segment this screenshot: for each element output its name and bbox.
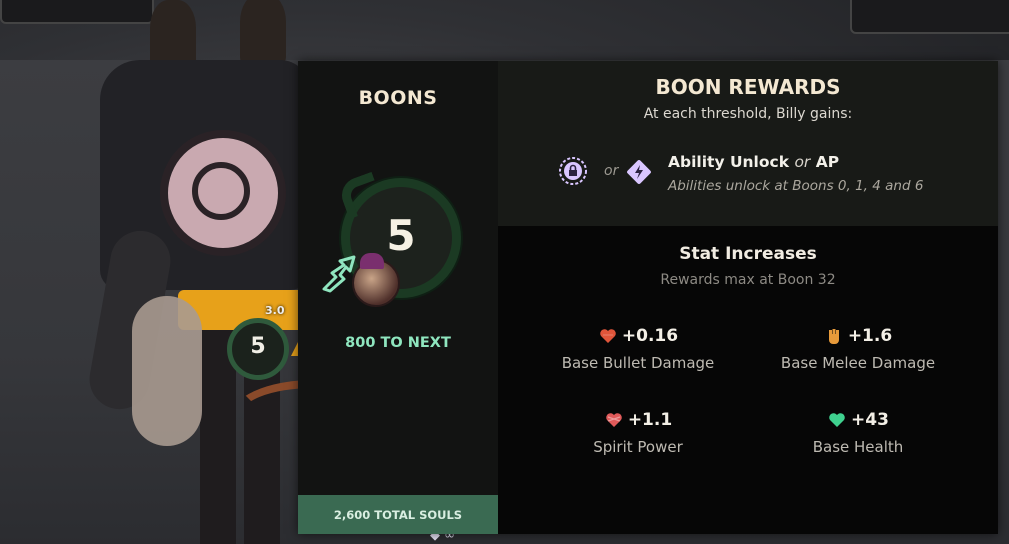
ability-point-icon [627,160,651,184]
world-boon-badge: 5 3.0 [227,304,305,380]
stat-label: Base Health [812,438,904,456]
total-souls-bar: 2,600 TOTAL SOULS [298,495,498,534]
character-ear [240,0,286,64]
souls-to-next: 800 TO NEXT [345,335,451,351]
stat-value: +1.1 [627,410,673,430]
ability-unlock-label: Ability Unlock [668,153,790,171]
or-word: or [794,153,811,171]
boon-rewards-subtitle: At each threshold, Billy gains: [643,106,853,122]
stat-increases-subtitle: Rewards max at Boon 32 [660,272,836,288]
ap-label: AP [815,153,840,171]
stat-value: +43 [851,410,889,430]
melee-fist-icon [828,329,839,344]
stat-bullet-damage: +0.16 Base Bullet Damage [528,324,748,372]
boon-rewards-section: BOON REWARDS At each threshold, Billy ga… [498,61,998,226]
stat-base-health: +43 Base Health [748,408,968,456]
or-separator: or [604,163,619,179]
jacket-patch [160,130,286,256]
stat-value: +1.6 [847,326,893,346]
boons-level-column: BOONS 5 800 TO NEXT 2,600 TOTAL SOULS [298,61,498,534]
badge-version: 3.0 [265,304,285,317]
bullet-damage-icon [600,329,616,343]
plush-toy [132,296,202,446]
stat-value: +0.16 [621,326,679,346]
boons-title: BOONS [358,87,438,109]
stat-increases-title: Stat Increases [679,244,817,264]
boon-rewards-title: BOON REWARDS [655,75,841,99]
boon-level-number: 5 [386,211,416,260]
player-character [60,0,396,544]
stat-melee-damage: +1.6 Base Melee Damage [748,324,968,372]
total-souls-text: 2,600 TOTAL SOULS [333,508,463,522]
boons-panel: BOONS 5 800 TO NEXT 2,600 TOTAL SOULS BO… [298,61,998,534]
health-heart-icon [829,413,845,427]
stat-label: Spirit Power [593,438,683,456]
avatar-hat [360,253,384,269]
ability-unlock-note: Abilities unlock at Boons 0, 1, 4 and 6 [668,178,924,194]
stat-label: Base Melee Damage [780,354,936,372]
hero-avatar [352,253,400,307]
stat-spirit-power: +1.1 Spirit Power [528,408,748,456]
spirit-power-icon [606,413,622,427]
world-boon-level: 5 [250,334,266,359]
background-crate [850,0,1009,34]
stat-label: Base Bullet Damage [561,354,715,372]
ability-unlock-icon [559,157,587,185]
ability-unlock-or-ap: Ability Unlock or AP [668,153,839,171]
stat-increases-section: Stat Increases Rewards max at Boon 32 +0… [498,226,998,534]
